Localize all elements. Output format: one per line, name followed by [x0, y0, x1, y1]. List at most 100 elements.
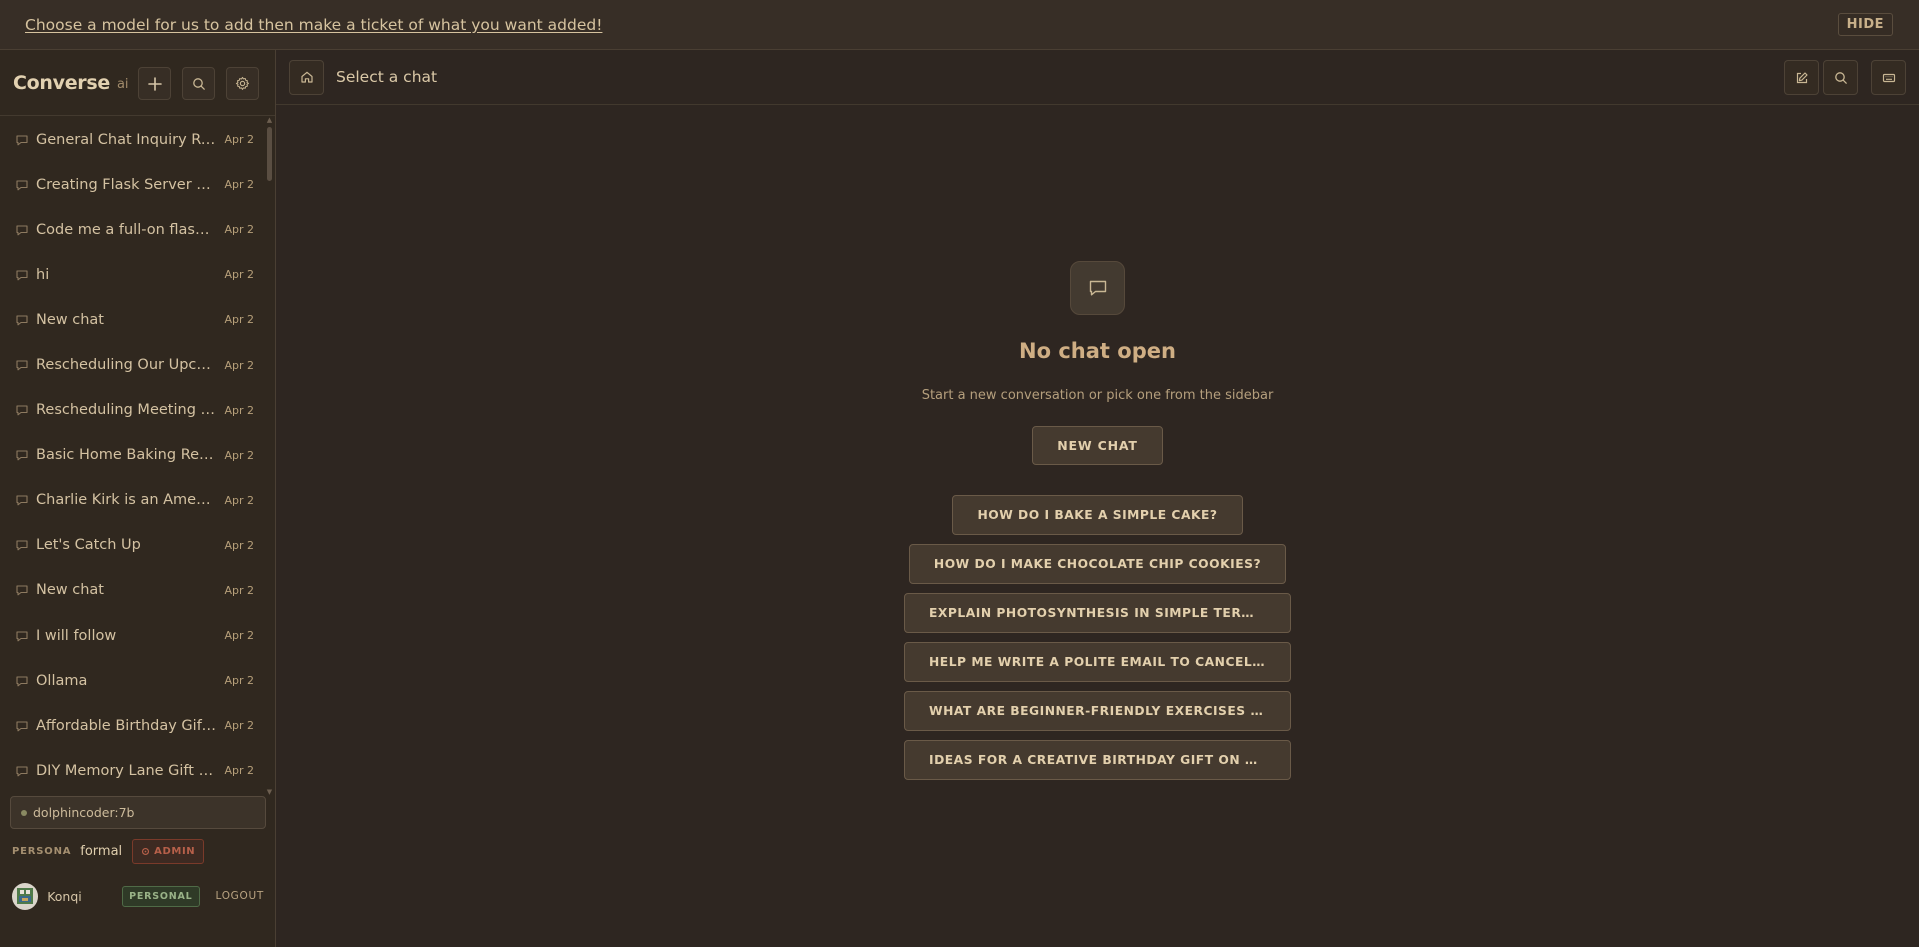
suggestion-button[interactable]: HOW DO I BAKE A SIMPLE CAKE?	[952, 495, 1243, 535]
persona-row: PERSONA formal ADMIN	[0, 836, 276, 866]
chat-bubble-icon	[16, 270, 28, 281]
chat-bubble-icon	[16, 405, 28, 416]
logout-button[interactable]: LOGOUT	[216, 890, 264, 902]
chat-list-item[interactable]: Charlie Kirk is an Americ... Apr 2	[0, 478, 268, 523]
suggestion-button[interactable]: HOW DO I MAKE CHOCOLATE CHIP COOKIES?	[908, 544, 1287, 584]
chat-title: Code me a full-on flask ...	[36, 221, 222, 238]
suggestion-label: IDEAS FOR A CREATIVE BIRTHDAY GIFT ON A …	[929, 753, 1266, 767]
persona-value[interactable]: formal	[80, 844, 122, 859]
chat-list-item[interactable]: New chat Apr 2	[0, 297, 268, 342]
edit-button[interactable]	[1784, 60, 1819, 95]
new-chat-sidebar-button[interactable]	[138, 67, 171, 100]
chat-bubble-icon	[16, 315, 28, 326]
chat-bubble-icon	[16, 360, 28, 371]
announcement-banner: Choose a model for us to add then make a…	[0, 0, 1919, 50]
chat-bubble-icon	[16, 495, 28, 506]
chat-list-item[interactable]: hi Apr 2	[0, 252, 268, 297]
chat-list-item[interactable]: General Chat Inquiry Re... Apr 2	[0, 117, 268, 162]
chat-list-item[interactable]: Rescheduling Meeting R... Apr 2	[0, 388, 268, 433]
search-button[interactable]	[1823, 60, 1858, 95]
chat-title: Rescheduling Our Upco...	[36, 357, 219, 374]
chat-date: Apr 2	[224, 674, 254, 688]
header-actions	[1784, 60, 1906, 95]
chat-list-item[interactable]: Code me a full-on flask ... Apr 2	[0, 207, 268, 252]
empty-state-subtitle: Start a new conversation or pick one fro…	[921, 388, 1274, 403]
chat-date: Apr 2	[224, 719, 254, 733]
new-chat-button[interactable]: NEW CHAT	[1032, 426, 1163, 465]
suggestion-label: HOW DO I MAKE CHOCOLATE CHIP COOKIES?	[933, 557, 1262, 571]
chat-bubble-icon	[16, 180, 28, 190]
chat-title: New chat	[36, 311, 104, 328]
chat-list-item[interactable]: DIY Memory Lane Gift Box Apr 2	[0, 748, 268, 793]
search-icon	[192, 77, 205, 90]
chat-title: Creating Flask Server Wit...	[36, 176, 225, 193]
chat-date: Apr 2	[224, 403, 254, 417]
sidebar-footer: dolphincoder:7b PERSONA formal ADMIN Kon…	[0, 796, 276, 911]
sidebar-scrollbar[interactable]: ▲ ▼	[266, 117, 273, 796]
home-icon	[300, 71, 313, 83]
scroll-down-arrow[interactable]: ▼	[266, 789, 273, 796]
home-button[interactable]	[289, 59, 324, 95]
chat-list-item[interactable]: Basic Home Baking Reci... Apr 2	[0, 433, 268, 478]
hide-banner-button[interactable]: HIDE	[1837, 13, 1893, 36]
chat-title: Rescheduling Meeting R...	[36, 402, 224, 419]
chat-list-item[interactable]: Affordable Birthday Gift I... Apr 2	[0, 703, 268, 748]
keyboard-icon	[1882, 73, 1895, 82]
chat-bubble-icon	[16, 766, 28, 777]
search-chats-button[interactable]	[182, 67, 215, 100]
chat-bubble-icon	[16, 225, 28, 236]
plus-icon	[147, 76, 162, 91]
settings-button[interactable]	[226, 67, 259, 100]
suggestion-button[interactable]: EXPLAIN PHOTOSYNTHESIS IN SIMPLE TERMS.	[904, 593, 1291, 633]
avatar-image-icon	[17, 888, 34, 904]
chat-history-list: General Chat Inquiry Re... Apr 2 Creating …	[0, 117, 268, 793]
chat-bubble-icon	[16, 540, 28, 551]
keyboard-shortcuts-button[interactable]	[1871, 60, 1906, 95]
brand-suffix: ai	[116, 77, 129, 92]
chat-date: Apr 2	[224, 178, 254, 192]
chat-list-item[interactable]: Creating Flask Server Wit... Apr 2	[0, 162, 268, 207]
user-name: Konqi	[47, 888, 82, 904]
chat-date: Apr 2	[224, 448, 254, 462]
suggestion-button[interactable]: IDEAS FOR A CREATIVE BIRTHDAY GIFT ON A …	[904, 740, 1291, 780]
model-status-dot	[21, 809, 27, 816]
user-row: Konqi PERSONAL LOGOUT	[0, 881, 276, 911]
scrollbar-thumb[interactable]	[267, 127, 272, 181]
chat-title: Let's Catch Up	[36, 537, 141, 554]
chat-list-item[interactable]: New chat Apr 2	[0, 568, 268, 613]
brand-name: Converse	[13, 71, 110, 94]
model-selector[interactable]: dolphincoder:7b	[10, 796, 266, 829]
chat-date: Apr 2	[224, 133, 254, 147]
sidebar: Converse ai General Chat Inquiry Re... Ap…	[0, 50, 276, 947]
admin-button[interactable]: ADMIN	[132, 838, 205, 864]
chat-title: General Chat Inquiry Re...	[36, 131, 224, 148]
chat-title: hi	[36, 266, 50, 283]
chat-list-item[interactable]: Let's Catch Up Apr 2	[0, 523, 268, 568]
suggestion-label: EXPLAIN PHOTOSYNTHESIS IN SIMPLE TERMS.	[929, 606, 1266, 620]
user-avatar[interactable]	[12, 882, 39, 910]
suggestion-button[interactable]: HELP ME WRITE A POLITE EMAIL TO CANCEL A…	[904, 642, 1291, 682]
main-header: Select a chat	[276, 50, 1919, 105]
chat-title: New chat	[36, 582, 104, 599]
scroll-up-arrow[interactable]: ▲	[266, 117, 273, 124]
chat-bubble-icon	[1070, 261, 1125, 315]
gear-icon	[235, 76, 250, 90]
chat-date: Apr 2	[224, 629, 254, 643]
banner-link[interactable]: Choose a model for us to add then make a…	[25, 16, 602, 34]
suggestion-label: HELP ME WRITE A POLITE EMAIL TO CANCEL A…	[929, 655, 1266, 669]
chat-bubble-icon	[16, 721, 28, 732]
plan-badge: PERSONAL	[122, 885, 200, 907]
chat-title: DIY Memory Lane Gift Box	[36, 762, 225, 779]
chat-list-item[interactable]: I will follow Apr 2	[0, 613, 268, 658]
chat-title: Ollama	[36, 672, 88, 689]
model-name: dolphincoder:7b	[33, 805, 135, 820]
page-title: Select a chat	[336, 68, 438, 86]
chat-list-item[interactable]: Rescheduling Our Upco... Apr 2	[0, 342, 268, 387]
chat-list-item[interactable]: Ollama Apr 2	[0, 658, 268, 703]
empty-state: No chat open Start a new conversation or…	[276, 261, 1919, 780]
suggestion-button[interactable]: WHAT ARE BEGINNER-FRIENDLY EXERCISES AT …	[904, 691, 1291, 731]
persona-label: PERSONA	[12, 845, 72, 857]
suggestion-label: HOW DO I BAKE A SIMPLE CAKE?	[977, 508, 1218, 522]
chat-title: Basic Home Baking Reci...	[36, 447, 225, 464]
chat-date: Apr 2	[224, 764, 254, 778]
